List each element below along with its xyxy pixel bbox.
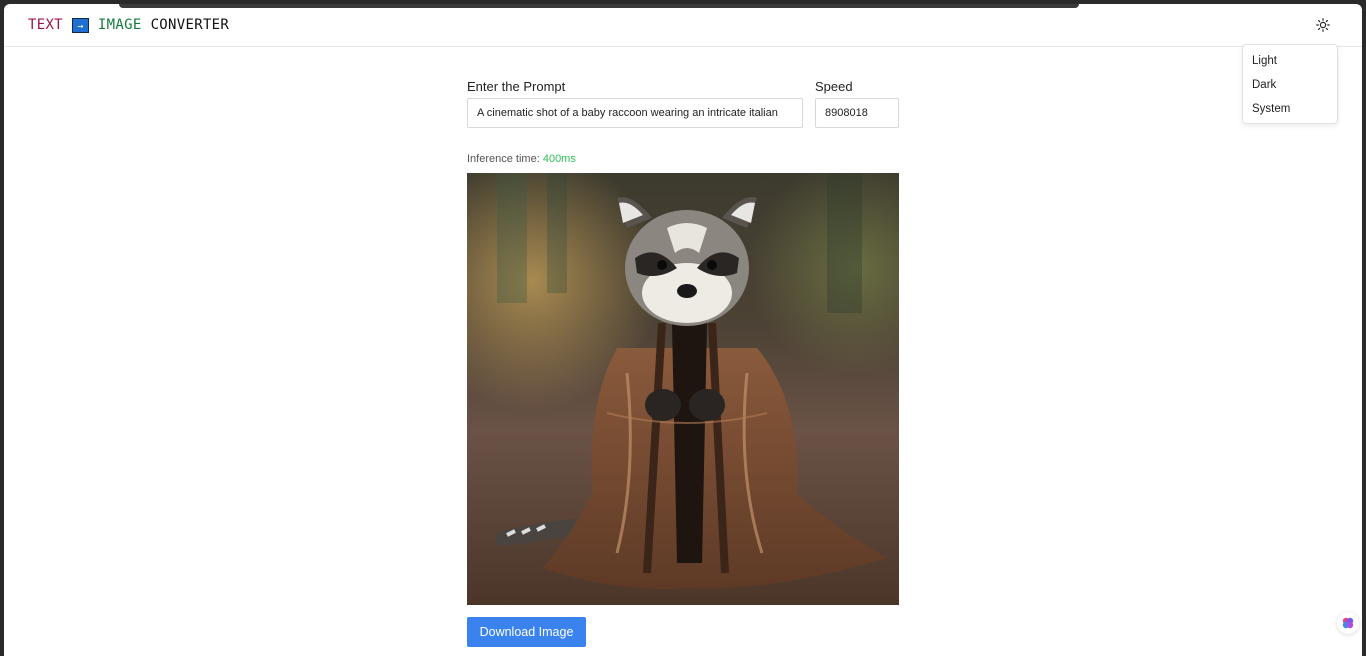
brand-word-text: TEXT — [28, 17, 63, 33]
raccoon-image — [467, 173, 899, 605]
inference-label: Inference time: — [467, 153, 540, 165]
sun-icon — [1316, 18, 1330, 32]
app-header: TEXT → IMAGE CONVERTER — [4, 4, 1362, 47]
brand-word-image: IMAGE — [97, 17, 142, 33]
brand-arrow-icon: → — [71, 17, 89, 33]
inference-value: 400ms — [542, 153, 576, 165]
brain-icon — [1342, 617, 1354, 629]
speed-input[interactable]: 8908018 — [815, 98, 899, 128]
theme-menu: Light Dark System — [1242, 44, 1338, 124]
assistant-fab-button[interactable] — [1337, 612, 1359, 634]
prompt-label: Enter the Prompt — [467, 79, 566, 94]
theme-option-dark[interactable]: Dark — [1243, 73, 1337, 97]
theme-toggle-button[interactable] — [1314, 16, 1332, 34]
brand-logo: TEXT → IMAGE CONVERTER — [28, 16, 229, 34]
theme-option-system[interactable]: System — [1243, 97, 1337, 121]
generated-image — [467, 173, 899, 605]
app-window: TEXT → IMAGE CONVERTER Light Dark System… — [4, 4, 1362, 656]
inference-time: Inference time: 400ms — [467, 153, 576, 165]
download-image-button[interactable]: Download Image — [467, 617, 586, 647]
brand-word-converter: CONVERTER — [150, 17, 230, 33]
speed-label: Speed — [815, 79, 853, 94]
theme-option-light[interactable]: Light — [1243, 49, 1337, 73]
prompt-input[interactable]: A cinematic shot of a baby raccoon weari… — [467, 98, 803, 128]
